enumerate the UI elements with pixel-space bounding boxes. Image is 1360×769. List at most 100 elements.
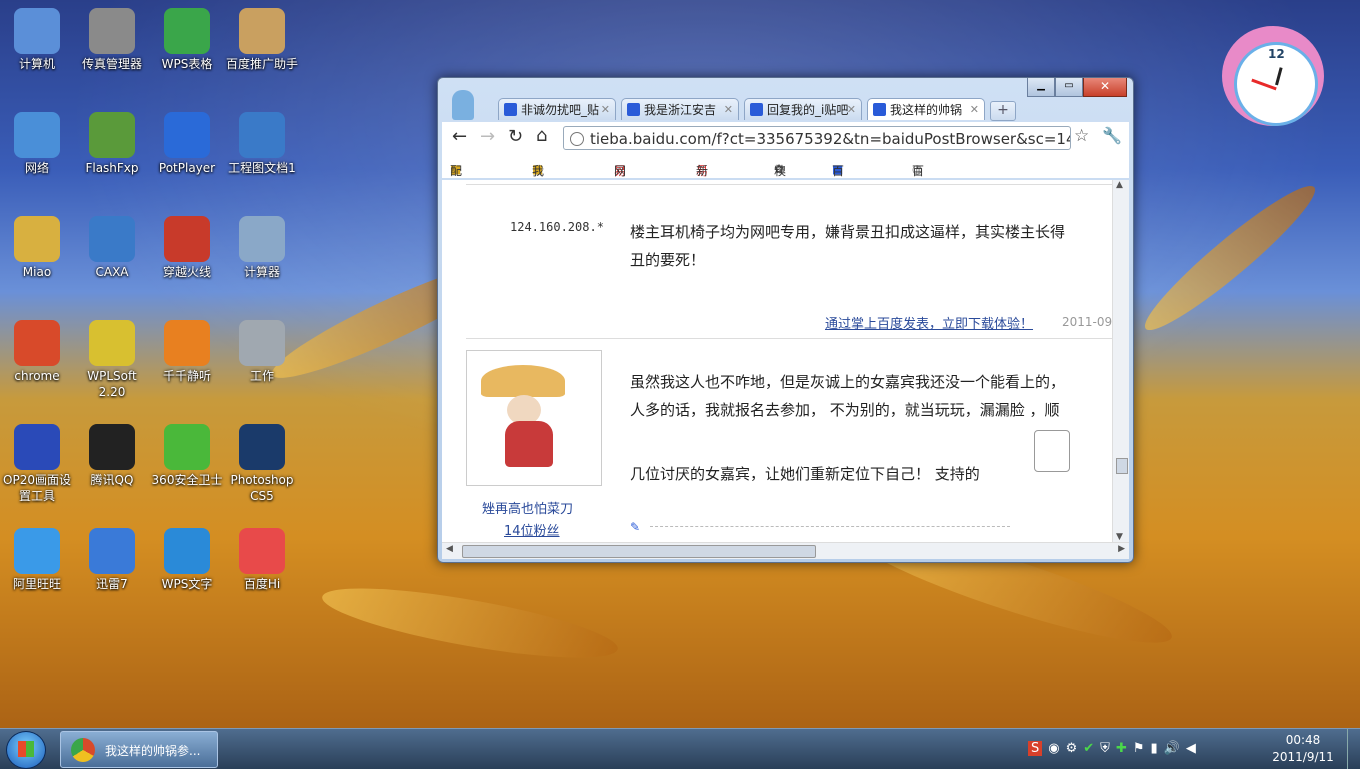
qq-icon xyxy=(89,424,135,470)
desktop-icon-label: Miao xyxy=(22,265,52,279)
desktop-icon[interactable]: 工作 xyxy=(225,316,299,384)
chrome-window[interactable]: ▁ ▭ ✕ 非诚勿扰吧_贴 ✕ 我是浙江安吉 ✕ 回复我的_i贴吧 ✕ 我这样的帅锅 ✕… xyxy=(437,77,1134,563)
desktop-icon[interactable]: 百度Hi xyxy=(225,524,299,592)
desktop-icon[interactable]: 计算器 xyxy=(225,212,299,280)
desktop-icon[interactable]: 传真管理器 xyxy=(75,4,149,72)
clock-widget[interactable]: 12 xyxy=(1214,8,1332,132)
desktop-icon[interactable]: CAXA xyxy=(75,212,149,280)
show-desktop-button[interactable] xyxy=(1347,729,1360,769)
user-folder-icon xyxy=(14,216,60,262)
tab-close-icon[interactable]: ✕ xyxy=(601,99,610,120)
post-text-line: 丑的要死！ xyxy=(630,251,706,269)
mobile-baidu-link[interactable]: 通过掌上百度发表，立即下载体验！ xyxy=(825,313,1033,332)
user-avatar[interactable] xyxy=(466,350,602,486)
network-share-icon[interactable]: ⚙ xyxy=(1066,741,1078,756)
signal-strength-icon[interactable]: ▮ xyxy=(1151,741,1158,756)
desktop-icon[interactable]: 计算机 xyxy=(0,4,74,72)
fans-count-link[interactable]: 14位粉丝 xyxy=(504,520,560,539)
desktop-icon[interactable]: WPLSoft 2.20 xyxy=(75,316,149,400)
desktop-icon[interactable]: Photoshop CS5 xyxy=(225,420,299,504)
edit-pencil-icon[interactable]: ✎ xyxy=(630,520,640,534)
photoshop-icon xyxy=(239,424,285,470)
tab-close-icon[interactable]: ✕ xyxy=(724,99,733,120)
clock-hour-hand xyxy=(1275,67,1283,86)
scroll-right-arrow-icon[interactable]: ▶ xyxy=(1118,544,1125,554)
caxa-icon xyxy=(89,216,135,262)
horizontal-scrollbar[interactable]: ◀ ▶ xyxy=(442,542,1129,559)
action-center-flag-icon[interactable]: ⚑ xyxy=(1133,741,1145,756)
desktop-icon-label: 腾讯QQ xyxy=(90,473,134,487)
clock-face: 12 xyxy=(1234,42,1318,126)
desktop-icon[interactable]: Miao xyxy=(0,212,74,280)
scroll-left-arrow-icon[interactable]: ◀ xyxy=(446,544,453,554)
desktop-icon[interactable]: WPS文字 xyxy=(150,524,224,592)
desktop-icon[interactable]: 360安全卫士 xyxy=(150,420,224,488)
computer-icon xyxy=(14,8,60,54)
tab-tieba-2[interactable]: 我是浙江安吉 ✕ xyxy=(621,98,739,120)
maximize-button[interactable]: ▭ xyxy=(1055,78,1083,97)
tab-tieba-1[interactable]: 非诚勿扰吧_贴 ✕ xyxy=(498,98,616,120)
desktop-icon[interactable]: chrome xyxy=(0,316,74,384)
username-link[interactable]: 矬再高也怕菜刀 xyxy=(482,498,573,517)
tab-tieba-active[interactable]: 我这样的帅锅 ✕ xyxy=(867,98,985,120)
desktop-icon[interactable]: OP20画面设置工具 xyxy=(0,420,74,504)
taskbar-button-chrome[interactable]: 我这样的帅锅参... xyxy=(60,731,218,768)
baidu-paw-icon xyxy=(627,103,640,116)
shield-tray-icon[interactable]: ⛨ xyxy=(1100,741,1110,756)
tab-label: 我这样的帅锅 xyxy=(890,103,963,117)
desktop-icon[interactable]: 穿越火线 xyxy=(150,212,224,280)
vertical-scrollbar[interactable]: ▲ ▼ xyxy=(1112,180,1129,542)
wplsoft-icon xyxy=(89,320,135,366)
baidu-tool-icon xyxy=(239,8,285,54)
360-tray-icon[interactable]: ✚ xyxy=(1116,741,1127,756)
volume-icon[interactable]: 🔊 xyxy=(1164,741,1180,756)
desktop-icon[interactable]: 工程图文档1 xyxy=(225,108,299,176)
desktop-icon[interactable]: 百度推广助手 xyxy=(225,4,299,72)
scroll-thumb[interactable] xyxy=(1116,458,1128,474)
desktop-icon[interactable]: 腾讯QQ xyxy=(75,420,149,488)
desktop-icon-label: OP20画面设置工具 xyxy=(3,473,71,503)
desktop-icon[interactable]: FlashFxp xyxy=(75,108,149,176)
ttplayer-icon xyxy=(164,320,210,366)
scroll-down-arrow-icon[interactable]: ▼ xyxy=(1116,532,1123,542)
red-cape-icon xyxy=(505,421,553,467)
bookmark-star-icon[interactable]: ☆ xyxy=(1074,126,1089,146)
sogou-ime-icon[interactable]: S xyxy=(1028,741,1043,756)
forward-icon[interactable]: → xyxy=(480,126,495,147)
scroll-thumb[interactable] xyxy=(462,545,816,558)
reload-icon[interactable]: ↻ xyxy=(508,126,523,147)
clock-time: 00:48 xyxy=(1285,733,1321,747)
start-button[interactable] xyxy=(6,731,46,769)
desktop-icon-label: 百度Hi xyxy=(243,577,281,591)
tab-label: 我是浙江安吉 xyxy=(644,103,717,117)
desktop-icon[interactable]: 阿里旺旺 xyxy=(0,524,74,592)
qq-tray-icon[interactable]: ◉ xyxy=(1048,741,1059,756)
close-button[interactable]: ✕ xyxy=(1083,78,1127,97)
speaker-icon[interactable]: ◀ xyxy=(1186,741,1196,756)
back-icon[interactable]: ← xyxy=(452,126,467,147)
desktop-icon[interactable]: 千千静听 xyxy=(150,316,224,384)
desktop-icon[interactable]: WPS表格 xyxy=(150,4,224,72)
navigation-toolbar: ← → ↻ ⌂ tieba.baidu.com/f?ct=335675392&t… xyxy=(442,122,1129,154)
home-icon[interactable]: ⌂ xyxy=(536,125,547,146)
desktop-icon[interactable]: PotPlayer xyxy=(150,108,224,176)
address-bar[interactable]: tieba.baidu.com/f?ct=335675392&tn=baiduP… xyxy=(563,126,1071,150)
crossfire-icon xyxy=(164,216,210,262)
new-tab-button[interactable]: + xyxy=(990,101,1016,121)
scroll-up-arrow-icon[interactable]: ▲ xyxy=(1116,180,1123,190)
potplayer-icon xyxy=(164,112,210,158)
tab-close-icon[interactable]: ✕ xyxy=(847,99,856,120)
security-tray-icon[interactable]: ✔ xyxy=(1083,741,1094,756)
minimize-button[interactable]: ▁ xyxy=(1027,78,1055,97)
tab-close-icon[interactable]: ✕ xyxy=(970,99,979,120)
desktop-icon-label: 千千静听 xyxy=(162,369,211,383)
wrench-icon[interactable]: 🔧 xyxy=(1102,126,1122,145)
clock[interactable]: 00:48 2011/9/11 xyxy=(1270,732,1336,766)
desktop-icon-label: 穿越火线 xyxy=(162,265,211,279)
post-date: 2011-09 xyxy=(1062,315,1113,329)
chrome-icon xyxy=(14,320,60,366)
desktop-icon[interactable]: 网络 xyxy=(0,108,74,176)
post-text-line: 楼主耳机椅子均为网吧专用，嫌背景丑扣成这逼样，其实楼主长得 xyxy=(630,223,1066,241)
desktop-icon[interactable]: 迅雷7 xyxy=(75,524,149,592)
tab-tieba-3[interactable]: 回复我的_i贴吧 ✕ xyxy=(744,98,862,120)
